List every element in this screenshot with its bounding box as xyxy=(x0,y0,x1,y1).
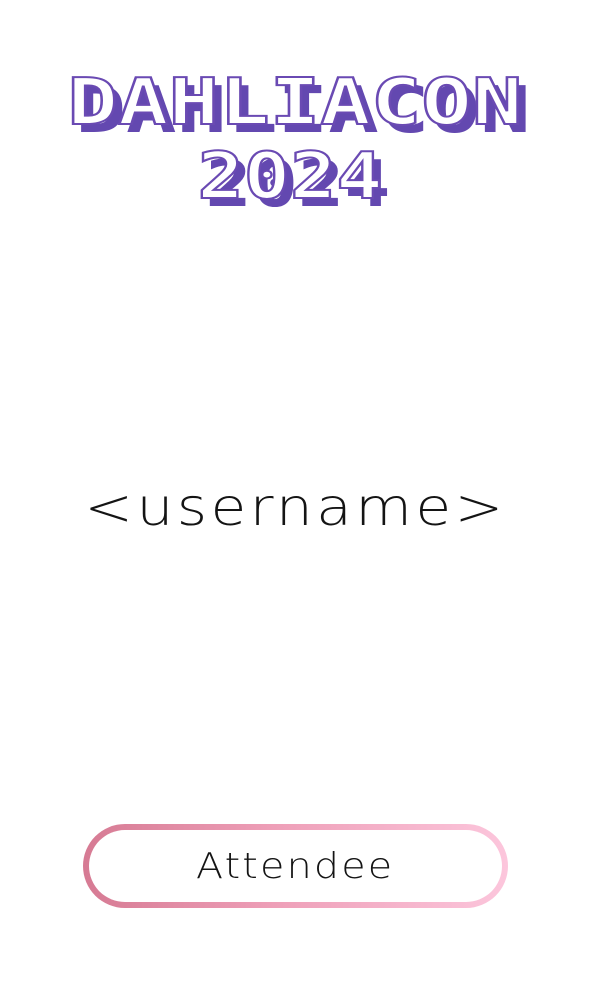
username-label: <username> xyxy=(84,478,507,538)
logo-line1: DAHLIACON xyxy=(68,70,523,140)
role-badge-inner: Attendee xyxy=(89,830,502,902)
role-badge: Attendee xyxy=(83,824,508,908)
logo-line2: 2024 xyxy=(198,140,383,214)
role-badge-label: Attendee xyxy=(196,845,395,887)
event-logo-graphic: DAHLIACON DAHLIACON 2024 2024 xyxy=(67,70,531,215)
event-logo: DAHLIACON DAHLIACON 2024 2024 xyxy=(60,70,531,215)
